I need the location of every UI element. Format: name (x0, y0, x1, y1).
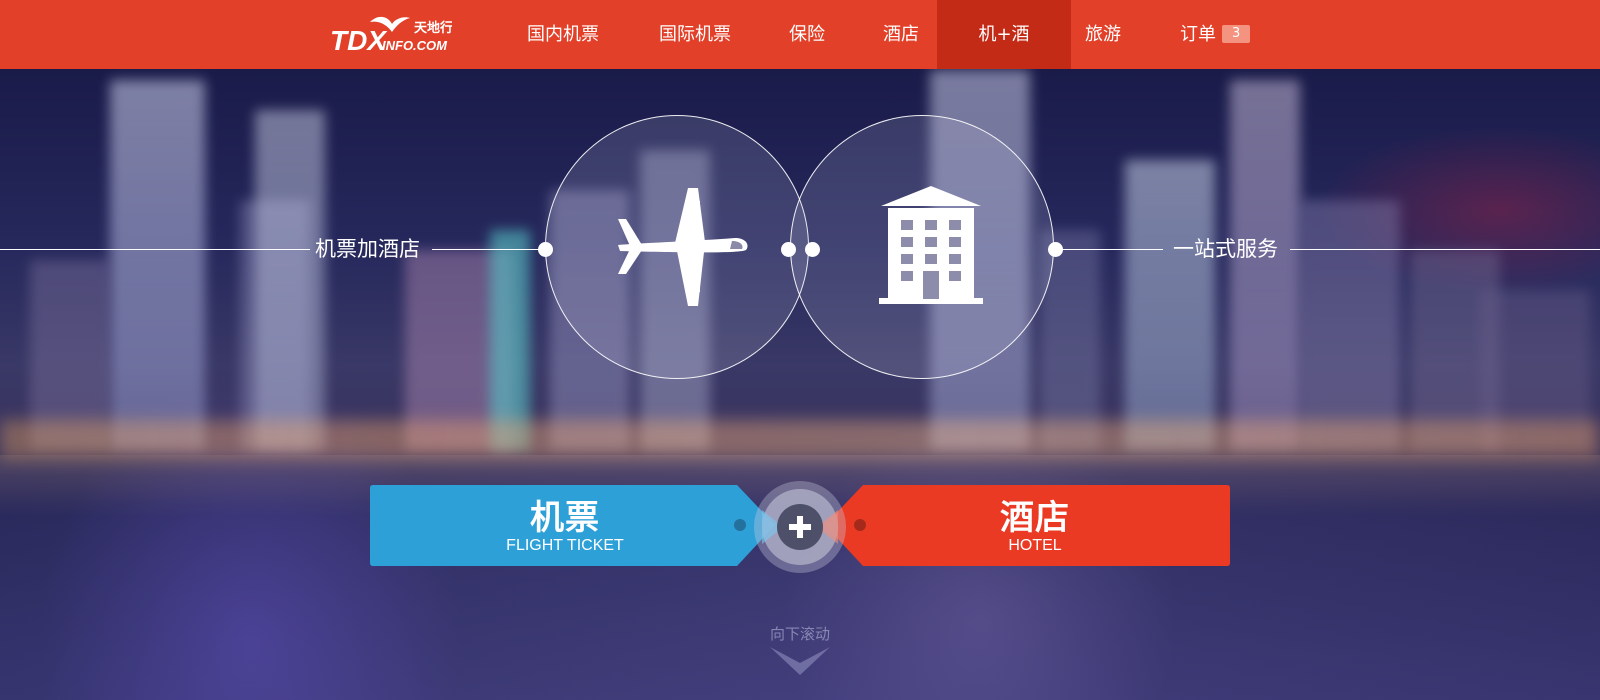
hero-dot (805, 242, 820, 257)
flight-ticket-subtitle: FLIGHT TICKET (506, 537, 624, 554)
hotel-building-icon (879, 186, 983, 304)
flight-ticket-button[interactable]: 机票 FLIGHT TICKET (370, 485, 775, 566)
svg-text:TDX: TDX (330, 25, 388, 56)
hero-line-right-inner (1056, 249, 1163, 250)
order-count-badge: 3 (1222, 25, 1251, 43)
chevron-down-icon[interactable] (770, 645, 830, 677)
combine-plus-button[interactable] (753, 480, 847, 574)
hotel-circle (790, 115, 1054, 379)
flight-ticket-title: 机票 (530, 498, 600, 538)
scroll-down-hint[interactable]: 向下滚动 (740, 623, 860, 644)
hero-line-left-inner (432, 249, 544, 250)
airplane-icon (618, 188, 748, 306)
flight-circle (545, 115, 809, 379)
nav-flight-plus-hotel[interactable]: 机+酒 (937, 0, 1071, 69)
nav-orders-label: 订单 (1180, 24, 1216, 45)
plus-icon (754, 481, 846, 573)
hero-label-flight-hotel: 机票加酒店 (315, 237, 420, 261)
nav-domestic-flights[interactable]: 国内机票 (498, 0, 628, 69)
hero-label-one-stop-service: 一站式服务 (1173, 237, 1278, 261)
nav-orders[interactable]: 订单 3 (1151, 0, 1279, 69)
svg-text:INFO.COM: INFO.COM (382, 38, 448, 53)
svg-text:天地行: 天地行 (414, 20, 452, 36)
nav-hotels[interactable]: 酒店 (854, 0, 948, 69)
hero-dot (781, 242, 796, 257)
hero-dot (1048, 242, 1063, 257)
hero-line-right (1290, 249, 1600, 250)
hotel-title: 酒店 (1000, 498, 1070, 538)
nav-insurance[interactable]: 保险 (760, 0, 854, 69)
top-navigation-bar: TDX INFO.COM 天地行 国内机票 国际机票 保险 酒店 机+酒 旅游 … (0, 0, 1600, 69)
hero-dot (538, 242, 553, 257)
hotel-button[interactable]: 酒店 HOTEL (825, 485, 1230, 566)
hotel-subtitle: HOTEL (1008, 537, 1062, 554)
nav-travel[interactable]: 旅游 (1056, 0, 1150, 69)
nav-international-flights[interactable]: 国际机票 (630, 0, 760, 69)
tdxinfo-logo[interactable]: TDX INFO.COM 天地行 (330, 8, 453, 58)
hero-line-left (0, 249, 310, 250)
